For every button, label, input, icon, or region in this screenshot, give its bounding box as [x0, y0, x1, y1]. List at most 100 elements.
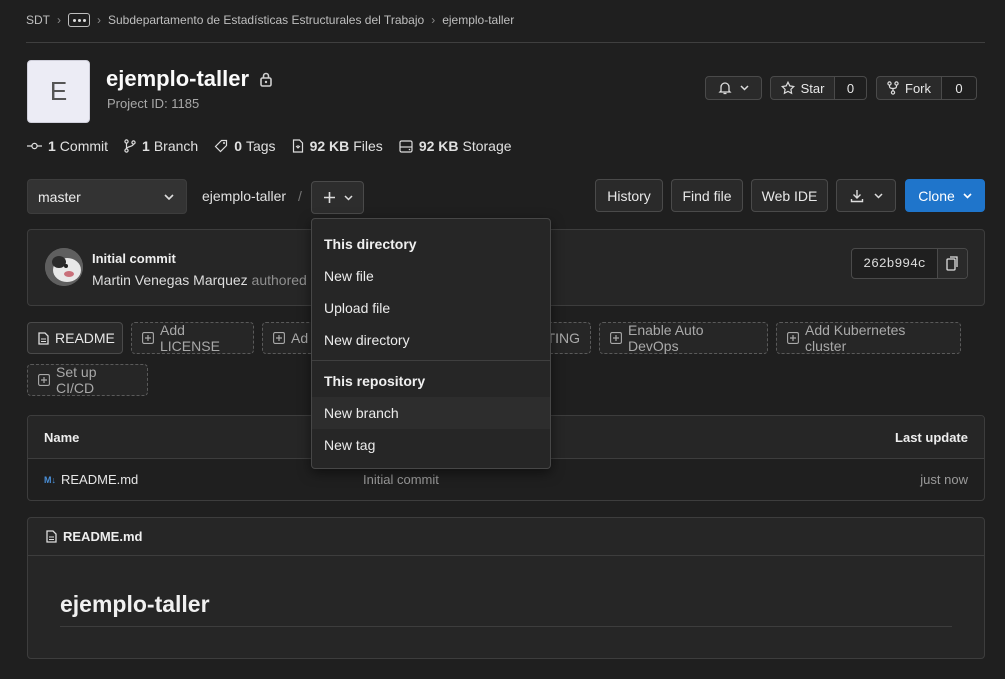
commit-sha[interactable]: 262b994c	[852, 249, 938, 278]
name-column-header: Name	[44, 430, 80, 445]
star-button[interactable]: Star	[770, 76, 835, 100]
add-to-tree-button[interactable]	[311, 181, 364, 214]
tags-label: Tags	[245, 138, 276, 154]
readme-panel: README.md ejemplo-taller	[27, 517, 985, 659]
storage-label: Storage	[462, 138, 512, 154]
files-stat[interactable]: 92 KB Files	[292, 138, 383, 154]
auto-devops-label: Enable Auto DevOps	[628, 322, 704, 354]
add-contributing-label: TING	[546, 330, 580, 346]
divider	[60, 626, 952, 627]
storage-stat[interactable]: 92 KB Storage	[399, 138, 512, 154]
breadcrumb-project[interactable]: ejemplo-taller	[442, 13, 514, 27]
project-id: Project ID: 1185	[107, 96, 200, 111]
notifications-dropdown[interactable]	[705, 76, 762, 100]
page-title: ejemplo-taller	[106, 66, 273, 92]
add-to-tree-dropdown-menu: This directory New file Upload file New …	[311, 218, 551, 469]
add-kubernetes-cluster-button[interactable]: Add Kubernetes cluster	[776, 322, 961, 354]
tags-count: 0	[234, 138, 242, 154]
menu-item-upload-file[interactable]: Upload file	[312, 292, 550, 324]
breadcrumb-root[interactable]: SDT	[26, 13, 50, 27]
readme-filename[interactable]: README.md	[63, 529, 142, 544]
commit-author[interactable]: Martin Venegas Marquez	[92, 272, 248, 288]
branches-stat[interactable]: 1 Branch	[124, 138, 198, 154]
commit-title[interactable]: Initial commit	[92, 251, 176, 266]
breadcrumb-more-button[interactable]	[68, 13, 90, 27]
commits-label: Commit	[59, 138, 109, 154]
file-icon	[38, 331, 49, 345]
tags-stat[interactable]: 0 Tags	[214, 138, 276, 154]
plus-square-icon	[38, 374, 50, 386]
lock-icon	[259, 71, 273, 87]
file-last-update: just now	[920, 472, 968, 487]
commit-sha-group: 262b994c	[851, 248, 968, 279]
branch-icon	[124, 139, 136, 153]
menu-item-new-file[interactable]: New file	[312, 260, 550, 292]
enable-auto-devops-button[interactable]: Enable Auto DevOps	[599, 322, 768, 354]
dropdown-section-repository: This repository	[324, 373, 426, 389]
file-name[interactable]: README.md	[61, 472, 138, 487]
chevron-right-icon: ›	[97, 13, 101, 27]
repo-path[interactable]: ejemplo-taller	[202, 188, 286, 204]
menu-item-new-directory[interactable]: New directory	[312, 324, 550, 356]
file-name-cell[interactable]: M↓ README.md	[44, 472, 138, 487]
add-changelog-label: Ad	[291, 330, 309, 346]
history-button[interactable]: History	[595, 179, 663, 212]
file-icon	[46, 530, 57, 543]
project-name: ejemplo-taller	[106, 66, 250, 91]
breadcrumb-group[interactable]: Subdepartamento de Estadísticas Estructu…	[108, 13, 424, 27]
add-license-label: Add LICENSE	[160, 322, 220, 354]
plus-square-icon	[610, 332, 622, 344]
add-license-button[interactable]: Add LICENSE	[131, 322, 254, 354]
commit-authored-label: authored	[251, 272, 307, 288]
k8s-label: Add Kubernetes cluster	[805, 322, 906, 354]
branches-label: Branch	[153, 138, 199, 154]
fork-count[interactable]: 0	[942, 76, 977, 100]
bell-icon	[718, 81, 732, 95]
files-label: Files	[353, 138, 383, 154]
dropdown-divider	[312, 360, 550, 361]
clone-label: Clone	[918, 187, 955, 204]
branch-select[interactable]: master	[27, 179, 187, 214]
commits-stat[interactable]: 1 Commit	[27, 138, 108, 154]
tag-icon	[214, 139, 228, 153]
fork-label: Fork	[905, 80, 931, 96]
fork-icon	[887, 81, 899, 95]
file-icon	[292, 139, 304, 153]
chevron-down-icon	[740, 85, 749, 91]
cicd-label: Set up CI/CD	[56, 364, 97, 396]
chevron-right-icon: ›	[57, 13, 61, 27]
project-avatar: E	[27, 60, 90, 123]
menu-item-new-tag[interactable]: New tag	[312, 429, 550, 461]
commits-count: 1	[48, 138, 56, 154]
copy-icon	[946, 256, 959, 271]
file-commit-message[interactable]: Initial commit	[363, 472, 439, 487]
download-dropdown[interactable]	[836, 179, 896, 212]
commit-author-line: Martin Venegas Marquez authored	[92, 272, 307, 288]
markdown-icon: M↓	[44, 474, 56, 485]
divider	[26, 42, 985, 43]
find-file-button[interactable]: Find file	[671, 179, 743, 212]
fork-button[interactable]: Fork	[876, 76, 942, 100]
setup-cicd-button[interactable]: Set up CI/CD	[27, 364, 148, 396]
copy-sha-button[interactable]	[938, 249, 967, 278]
dropdown-section-directory: This directory	[324, 236, 417, 252]
readme-heading: ejemplo-taller	[60, 591, 210, 617]
chevron-down-icon	[164, 193, 174, 200]
clone-dropdown[interactable]: Clone	[905, 179, 985, 212]
breadcrumb: SDT › › Subdepartamento de Estadísticas …	[26, 10, 514, 30]
readme-button[interactable]: README	[27, 322, 123, 354]
avatar[interactable]	[45, 248, 83, 286]
chevron-down-icon	[873, 192, 883, 199]
readme-label: README	[55, 330, 115, 346]
files-size: 92 KB	[309, 138, 350, 154]
download-icon	[850, 189, 864, 203]
branches-count: 1	[142, 138, 150, 154]
storage-icon	[399, 139, 413, 153]
chevron-down-icon	[963, 192, 972, 199]
star-icon	[780, 81, 795, 95]
menu-item-new-branch[interactable]: New branch	[312, 397, 550, 429]
web-ide-button[interactable]: Web IDE	[751, 179, 828, 212]
chevron-down-icon	[343, 194, 353, 201]
star-count[interactable]: 0	[835, 76, 867, 100]
storage-size: 92 KB	[418, 138, 459, 154]
